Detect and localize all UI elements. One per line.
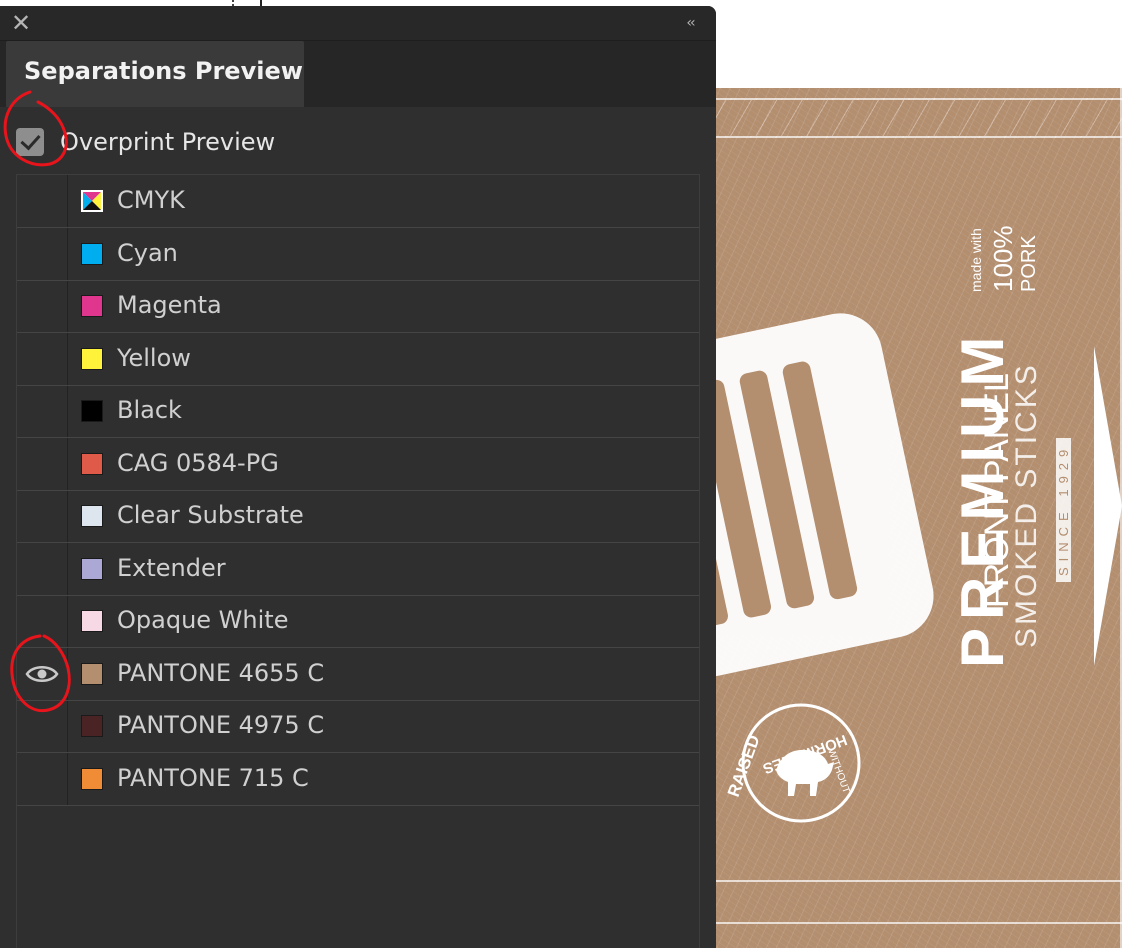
percent-text: 100%: [988, 225, 1018, 293]
separations-list: CMYK Cyan Magenta Yellow Black CAG 0584-PG Cle…: [16, 174, 700, 948]
color-swatch: [81, 295, 103, 317]
color-swatch: [81, 347, 103, 370]
separation-label: Magenta: [117, 291, 222, 319]
visibility-toggle[interactable]: [17, 175, 67, 227]
visibility-toggle[interactable]: [17, 543, 67, 595]
cmyk-icon: [83, 192, 101, 210]
visibility-toggle[interactable]: [17, 333, 67, 385]
separation-label: PANTONE 4655 C: [117, 658, 325, 687]
separation-row[interactable]: Cyan: [17, 228, 699, 281]
color-swatch: [81, 715, 103, 737]
separation-label: Opaque White: [117, 606, 289, 634]
color-swatch: [81, 767, 103, 790]
visibility-toggle[interactable]: [17, 490, 67, 542]
separation-row[interactable]: PANTONE 4975 C: [17, 700, 699, 753]
separation-label: PANTONE 715 C: [117, 763, 309, 792]
separations-preview-panel: ✕ ‹‹ Separations Preview Overprint Previ…: [0, 6, 716, 948]
color-swatch: [81, 242, 103, 265]
visibility-toggle[interactable]: [17, 700, 67, 752]
artboard[interactable]: made with 100% PORK PREMIUM FRONT PANEL …: [700, 88, 1122, 948]
separation-label: CMYK: [117, 186, 185, 214]
separation-label: PANTONE 4975 C: [117, 711, 325, 739]
made-with-text: made with: [968, 228, 984, 292]
tab-label: Separations Preview: [24, 57, 303, 85]
separation-row[interactable]: PANTONE 715 C: [17, 753, 699, 806]
visibility-toggle[interactable]: [17, 648, 67, 700]
pork-text: PORK: [1018, 235, 1040, 292]
raised-without-hormones-badge: RAISED HORMONES WITHOUT: [724, 703, 861, 823]
separation-row[interactable]: Opaque White: [17, 595, 699, 648]
visibility-toggle[interactable]: [17, 753, 67, 805]
eye-icon: [25, 665, 59, 682]
separation-row[interactable]: CAG 0584-PG: [17, 438, 699, 491]
color-swatch: [81, 610, 103, 632]
separation-row[interactable]: PANTONE 4655 C: [17, 648, 699, 701]
separation-label: Clear Substrate: [117, 501, 304, 529]
separation-row[interactable]: Magenta: [17, 280, 699, 333]
color-swatch: [81, 400, 103, 422]
arrow-shape: [1094, 346, 1122, 666]
separation-label: Cyan: [117, 238, 178, 267]
visibility-toggle[interactable]: [17, 385, 67, 437]
artboard-bottom-band: [700, 880, 1122, 924]
overprint-preview-checkbox[interactable]: [16, 128, 44, 156]
badge-raised-label: RAISED: [724, 733, 764, 800]
separation-row[interactable]: Yellow: [17, 333, 699, 386]
color-swatch: [81, 557, 103, 580]
separation-row[interactable]: Extender: [17, 543, 699, 596]
visibility-toggle[interactable]: [17, 438, 67, 490]
separation-row[interactable]: CMYK: [17, 175, 699, 228]
separation-row[interactable]: Black: [17, 385, 699, 438]
separation-label: CAG 0584-PG: [117, 448, 279, 477]
separation-label: Yellow: [117, 343, 191, 372]
overprint-preview-row[interactable]: Overprint Preview: [16, 126, 275, 158]
separation-row[interactable]: Clear Substrate: [17, 490, 699, 543]
separation-label: Extender: [117, 553, 226, 582]
visibility-toggle[interactable]: [17, 228, 67, 280]
smoked-sticks-text: SMOKED STICKS: [1010, 362, 1043, 648]
close-icon[interactable]: ✕: [8, 10, 34, 36]
artboard-top-band: [700, 98, 1122, 138]
double-chevron-left-icon[interactable]: ‹‹: [680, 10, 700, 36]
separation-label: Black: [117, 396, 182, 424]
color-swatch: [81, 505, 103, 527]
overprint-preview-label: Overprint Preview: [60, 128, 276, 156]
color-swatch: [81, 452, 103, 475]
visibility-toggle[interactable]: [17, 280, 67, 332]
color-swatch: [81, 190, 103, 212]
color-swatch: [81, 662, 103, 685]
panel-tabstrip: Separations Preview: [0, 41, 716, 107]
panel-titlebar[interactable]: ✕ ‹‹: [0, 6, 716, 41]
tab-separations-preview[interactable]: Separations Preview: [6, 41, 304, 107]
since-text: SINCE 1929: [1056, 437, 1071, 582]
visibility-toggle[interactable]: [17, 595, 67, 647]
